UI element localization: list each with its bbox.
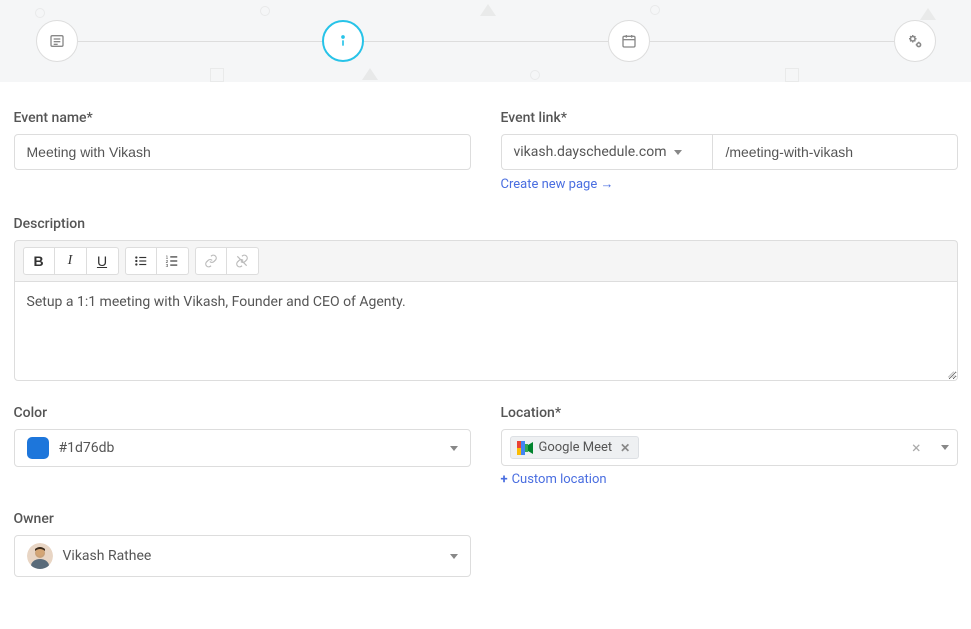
gears-icon <box>906 32 924 50</box>
bold-icon: B <box>33 253 43 269</box>
location-select[interactable]: Google Meet ✕ × <box>501 429 958 466</box>
ordered-list-icon: 123 <box>165 254 179 268</box>
underline-button[interactable]: U <box>87 247 119 275</box>
location-chip-text: Google Meet <box>539 440 613 455</box>
bullet-list-icon <box>134 254 148 268</box>
caret-down-icon <box>941 445 949 450</box>
editor-toolbar: B I U 123 <box>14 240 958 281</box>
domain-text: vikash.dayschedule.com <box>514 144 667 160</box>
italic-icon: I <box>68 253 73 269</box>
step-connector <box>650 41 894 42</box>
ordered-list-button[interactable]: 123 <box>157 247 189 275</box>
create-page-link[interactable]: Create new page → <box>501 176 614 192</box>
step-connector <box>364 41 608 42</box>
resize-handle[interactable] <box>945 368 955 378</box>
bold-button[interactable]: B <box>23 247 55 275</box>
color-swatch <box>27 437 49 459</box>
google-meet-icon <box>517 441 533 455</box>
color-hex-text: #1d76db <box>59 440 442 456</box>
owner-select[interactable]: Vikash Rathee <box>14 535 471 577</box>
location-chip: Google Meet ✕ <box>510 436 640 459</box>
step-connector <box>78 41 322 42</box>
stepper-header <box>0 0 971 82</box>
info-icon <box>335 33 351 49</box>
step-info[interactable] <box>322 20 364 62</box>
unlink-button[interactable] <box>227 247 259 275</box>
plus-icon: + <box>501 472 508 487</box>
list-icon <box>49 33 65 49</box>
location-label: Location* <box>501 405 958 421</box>
chip-remove-icon[interactable]: ✕ <box>618 441 632 455</box>
color-group: Color #1d76db <box>14 405 471 467</box>
event-name-group: Event name* <box>14 110 471 170</box>
link-button[interactable] <box>195 247 227 275</box>
description-label: Description <box>14 216 958 232</box>
owner-avatar <box>27 543 53 569</box>
calendar-icon <box>621 33 637 49</box>
owner-label: Owner <box>14 511 471 527</box>
caret-down-icon <box>450 554 458 559</box>
description-group: Description B I U 123 <box>14 216 958 381</box>
owner-group: Owner Vikash Rathee <box>14 511 471 577</box>
event-name-input[interactable] <box>14 134 471 170</box>
caret-down-icon <box>674 150 682 155</box>
step-list[interactable] <box>36 20 78 62</box>
bullet-list-button[interactable] <box>125 247 157 275</box>
event-link-group: Event link* vikash.dayschedule.com Creat… <box>501 110 958 192</box>
link-icon <box>204 254 218 268</box>
event-name-label: Event name* <box>14 110 471 126</box>
slug-input[interactable] <box>712 134 957 170</box>
domain-select[interactable]: vikash.dayschedule.com <box>501 134 713 170</box>
description-text: Setup a 1:1 meeting with Vikash, Founder… <box>27 294 406 310</box>
unlink-icon <box>235 254 249 268</box>
custom-location-link[interactable]: +Custom location <box>501 472 607 487</box>
clear-location-icon[interactable]: × <box>906 438 927 457</box>
underline-icon: U <box>97 253 107 269</box>
color-select[interactable]: #1d76db <box>14 429 471 467</box>
event-link-label: Event link* <box>501 110 958 126</box>
svg-text:3: 3 <box>166 263 169 268</box>
owner-name-text: Vikash Rathee <box>63 548 442 564</box>
step-calendar[interactable] <box>608 20 650 62</box>
italic-button[interactable]: I <box>55 247 87 275</box>
description-editor[interactable]: Setup a 1:1 meeting with Vikash, Founder… <box>14 281 958 381</box>
location-group: Location* Google Meet ✕ × +Custom locati… <box>501 405 958 487</box>
caret-down-icon <box>450 446 458 451</box>
color-label: Color <box>14 405 471 421</box>
step-settings[interactable] <box>894 20 936 62</box>
